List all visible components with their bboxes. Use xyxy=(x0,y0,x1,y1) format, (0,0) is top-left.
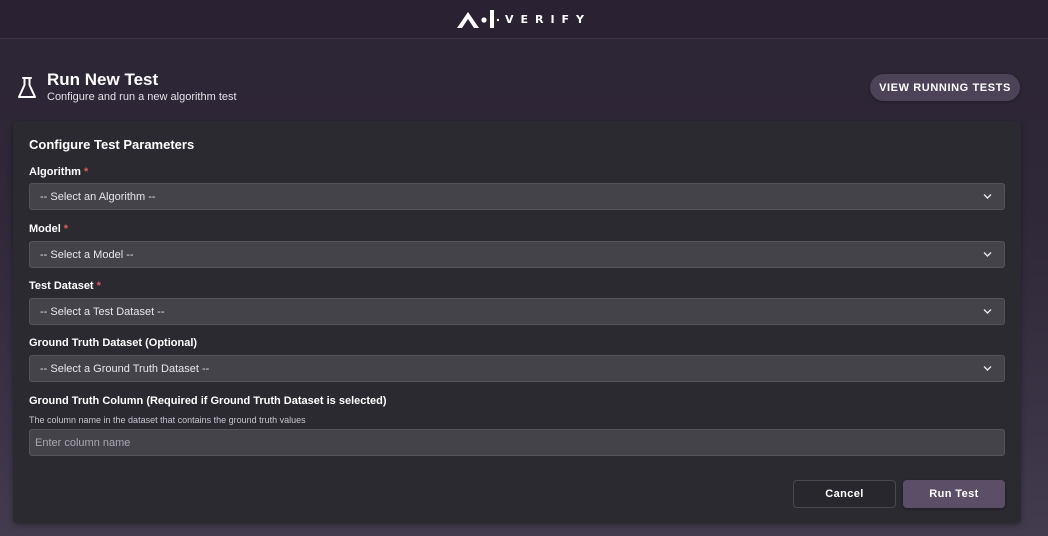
chevron-down-icon xyxy=(983,309,992,314)
top-navbar: VERIFY xyxy=(0,0,1048,39)
algorithm-select[interactable]: -- Select an Algorithm -- xyxy=(29,183,1005,210)
required-marker: * xyxy=(83,166,89,178)
chevron-down-icon xyxy=(983,366,992,371)
page-subtitle: Configure and run a new algorithm test xyxy=(47,91,237,103)
ai-verify-mark-icon xyxy=(456,10,499,28)
required-marker: * xyxy=(96,280,101,292)
brand-logo[interactable]: VERIFY xyxy=(456,8,592,30)
ground-truth-column-input[interactable] xyxy=(29,429,1005,456)
model-label-text: Model xyxy=(29,223,61,235)
chevron-down-icon xyxy=(983,252,992,257)
test-dataset-select[interactable]: -- Select a Test Dataset -- xyxy=(29,298,1005,325)
model-label: Model * xyxy=(29,223,68,235)
ground-truth-dataset-select-value: -- Select a Ground Truth Dataset -- xyxy=(40,362,210,375)
run-test-button[interactable]: Run Test xyxy=(903,480,1005,508)
card-title: Configure Test Parameters xyxy=(29,137,195,152)
test-dataset-select-value: -- Select a Test Dataset -- xyxy=(40,305,165,318)
chevron-down-icon xyxy=(983,194,992,199)
test-dataset-label: Test Dataset * xyxy=(29,280,101,292)
view-running-tests-button[interactable]: VIEW RUNNING TESTS xyxy=(870,74,1020,101)
test-dataset-label-text: Test Dataset xyxy=(29,280,94,292)
algorithm-select-value: -- Select an Algorithm -- xyxy=(40,190,156,203)
page-header: Run New Test Configure and run a new alg… xyxy=(0,60,1048,116)
model-select-value: -- Select a Model -- xyxy=(40,248,134,261)
ground-truth-dataset-label: Ground Truth Dataset (Optional) xyxy=(29,337,198,349)
ground-truth-dataset-select[interactable]: -- Select a Ground Truth Dataset -- xyxy=(29,355,1005,382)
brand-name: VERIFY xyxy=(504,12,592,26)
algorithm-label: Algorithm * xyxy=(29,166,88,178)
configure-test-card: Configure Test Parameters Algorithm * -- … xyxy=(13,121,1021,523)
ground-truth-column-label: Ground Truth Column (Required if Ground … xyxy=(29,395,387,407)
flask-icon xyxy=(18,77,36,98)
algorithm-label-text: Algorithm xyxy=(29,166,81,178)
ground-truth-column-help: The column name in the dataset that cont… xyxy=(29,415,306,425)
model-select[interactable]: -- Select a Model -- xyxy=(29,241,1005,268)
required-marker: * xyxy=(63,223,69,235)
cancel-button[interactable]: Cancel xyxy=(793,480,896,508)
page-title: Run New Test xyxy=(47,70,159,89)
